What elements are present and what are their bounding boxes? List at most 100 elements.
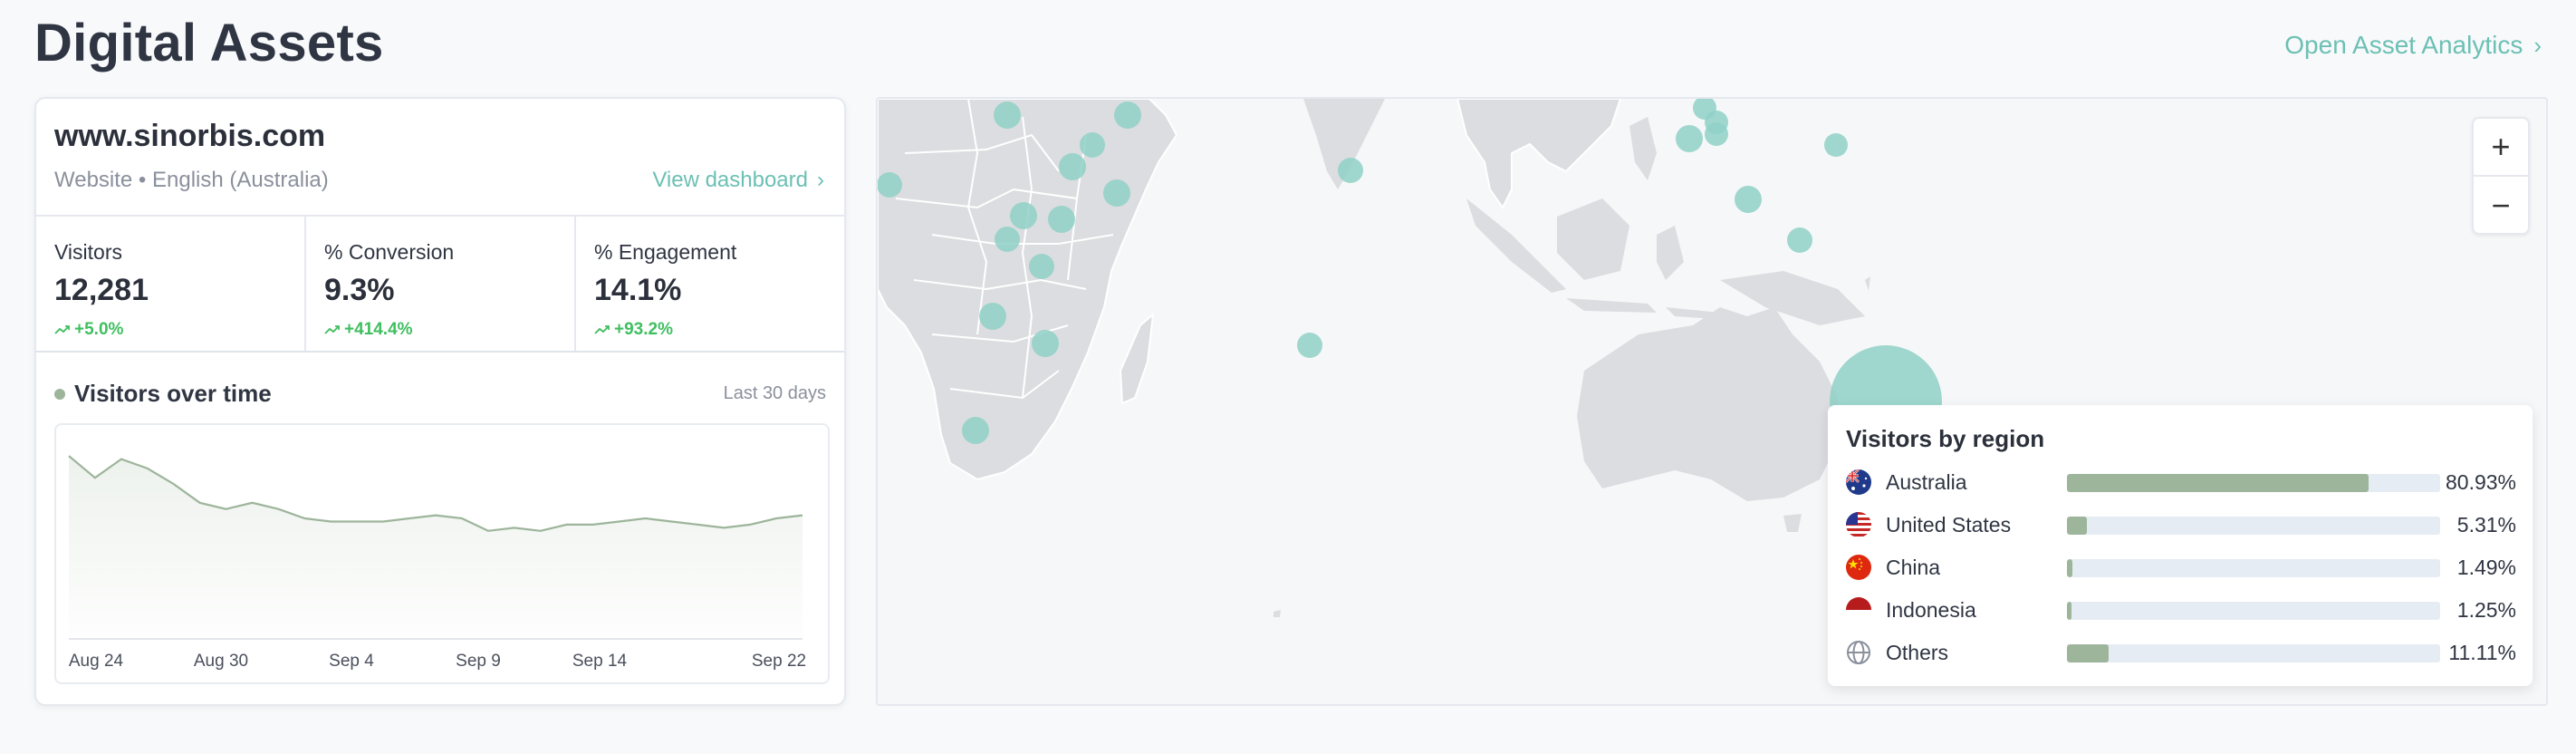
metric-label: Visitors — [54, 240, 122, 264]
land-nz — [1865, 276, 1870, 291]
visitor-bubble[interactable] — [962, 417, 989, 444]
metric-delta-value: +414.4% — [344, 320, 413, 339]
metric-value: 14.1% — [594, 273, 682, 307]
visitor-bubble[interactable] — [1059, 153, 1086, 180]
region-name: United States — [1886, 513, 2012, 536]
visitor-bubble[interactable] — [1676, 125, 1703, 152]
region-percent: 1.49% — [2456, 556, 2516, 579]
region-name: Indonesia — [1886, 598, 1976, 622]
metric-label: % Engagement — [594, 240, 737, 264]
visitor-bubble[interactable] — [1048, 206, 1075, 233]
region-bar-track — [2067, 517, 2440, 535]
metric-delta: +93.2% — [594, 320, 673, 340]
open-asset-analytics-link[interactable]: Open Asset Analytics › — [2284, 31, 2542, 60]
region-row-indonesia[interactable]: Indonesia 1.25% — [1846, 594, 2516, 625]
trend-up-icon — [594, 325, 610, 334]
visitor-bubble[interactable] — [878, 172, 902, 198]
site-header: www.sinorbis.com Website • English (Aust… — [36, 99, 844, 217]
visitors-chart-svg: Aug 24 Aug 30 Sep 4 Sep 9 Sep 14 Sep 22 — [68, 455, 806, 671]
visitor-bubble[interactable] — [1010, 202, 1037, 229]
region-row-others[interactable]: Others 11.11% — [1846, 637, 2516, 668]
region-bar-fill — [2067, 474, 2369, 492]
visitors-over-time-header: Visitors over time — [54, 380, 272, 408]
visitor-bubble[interactable] — [1824, 133, 1848, 157]
land-madagascar — [1119, 312, 1155, 405]
date-range-label: Last 30 days — [723, 383, 826, 403]
visitor-bubble[interactable] — [1029, 254, 1054, 279]
x-tick-label: Sep 9 — [456, 652, 501, 671]
site-name: www.sinorbis.com — [54, 119, 326, 153]
visitor-bubble[interactable] — [1080, 132, 1105, 158]
region-bar-fill — [2067, 644, 2109, 662]
visitor-bubble[interactable] — [1032, 330, 1059, 357]
x-tick-label: Aug 30 — [194, 652, 248, 671]
visitor-bubble[interactable] — [1103, 179, 1130, 207]
region-row-china[interactable]: China 1.49% — [1846, 552, 2516, 583]
x-tick-label: Sep 22 — [752, 652, 806, 671]
region-name: Australia — [1886, 470, 1967, 494]
region-bar-track — [2067, 602, 2440, 620]
zoom-out-button[interactable]: − — [2474, 177, 2528, 235]
trend-up-icon — [324, 325, 340, 334]
region-row-australia[interactable]: Australia 80.93% — [1846, 467, 2516, 498]
metric-label: % Conversion — [324, 240, 455, 264]
site-card: www.sinorbis.com Website • English (Aust… — [34, 97, 846, 706]
metrics-row: Visitors 12,281 +5.0% % Conversion 9.3% … — [36, 217, 844, 353]
indonesia-flag-icon — [1846, 597, 1871, 623]
land-philippines — [1629, 117, 1657, 180]
series-dot-icon — [54, 388, 65, 400]
visitor-bubble[interactable] — [1735, 186, 1762, 213]
x-tick-label: Aug 24 — [69, 652, 124, 671]
land-sumatra — [1466, 198, 1566, 293]
region-bar-track — [2067, 559, 2440, 577]
metric-value: 12,281 — [54, 273, 149, 307]
visitor-bubble[interactable] — [979, 303, 1006, 330]
visitor-bubble[interactable] — [995, 227, 1020, 252]
land-borneo — [1557, 198, 1629, 280]
visitor-bubble[interactable] — [1705, 122, 1728, 146]
visitor-bubble[interactable] — [1114, 102, 1141, 129]
visitor-bubble[interactable] — [1787, 227, 1812, 253]
open-asset-analytics-label: Open Asset Analytics — [2284, 31, 2523, 59]
visitors-area — [69, 456, 803, 637]
world-map[interactable]: + − Visitors by region Australia 80.93% … — [876, 97, 2548, 706]
region-bar-fill — [2067, 602, 2072, 620]
chevron-right-icon: › — [817, 168, 824, 192]
visitors-by-region-title: Visitors by region — [1846, 425, 2045, 452]
metric-delta: +414.4% — [324, 320, 413, 340]
view-dashboard-link[interactable]: View dashboard › — [652, 168, 824, 193]
region-bar-track — [2067, 644, 2440, 662]
metric-delta: +5.0% — [54, 320, 123, 340]
region-bar-fill — [2067, 517, 2087, 535]
region-name: China — [1886, 556, 1941, 579]
metric-visitors[interactable]: Visitors 12,281 +5.0% — [36, 217, 306, 351]
site-subtitle: Website • English (Australia) — [54, 168, 329, 192]
land-kerguelen — [1274, 610, 1281, 617]
metric-delta-value: +93.2% — [614, 320, 673, 339]
usa-flag-icon — [1846, 512, 1871, 537]
visitors-over-time-title: Visitors over time — [74, 380, 272, 407]
region-percent: 5.31% — [2456, 513, 2516, 536]
region-row-united-states[interactable]: United States 5.31% — [1846, 509, 2516, 540]
x-tick-label: Sep 14 — [572, 652, 628, 671]
visitor-bubble[interactable] — [1338, 158, 1363, 183]
metric-engagement[interactable]: % Engagement 14.1% +93.2% — [576, 217, 844, 351]
region-name: Others — [1886, 641, 1949, 664]
visitor-bubble[interactable] — [994, 102, 1021, 129]
metric-delta-value: +5.0% — [74, 320, 124, 339]
visitors-chart[interactable]: Aug 24 Aug 30 Sep 4 Sep 9 Sep 14 Sep 22 — [54, 423, 830, 684]
metric-value: 9.3% — [324, 273, 395, 307]
trend-up-icon — [54, 325, 70, 334]
zoom-in-button[interactable]: + — [2474, 119, 2528, 177]
china-flag-icon — [1846, 555, 1871, 580]
land-tasmania — [1783, 514, 1802, 532]
chevron-right-icon: › — [2533, 31, 2542, 59]
visitors-by-region-panel: Visitors by region Australia 80.93% Unit… — [1828, 405, 2533, 686]
globe-icon — [1846, 640, 1871, 665]
region-bar-track — [2067, 474, 2440, 492]
land-australia — [1577, 307, 1838, 501]
land-sulawesi — [1657, 226, 1684, 280]
visitor-bubble[interactable] — [1297, 333, 1322, 358]
metric-conversion[interactable]: % Conversion 9.3% +414.4% — [306, 217, 576, 351]
page-title: Digital Assets — [34, 14, 384, 72]
